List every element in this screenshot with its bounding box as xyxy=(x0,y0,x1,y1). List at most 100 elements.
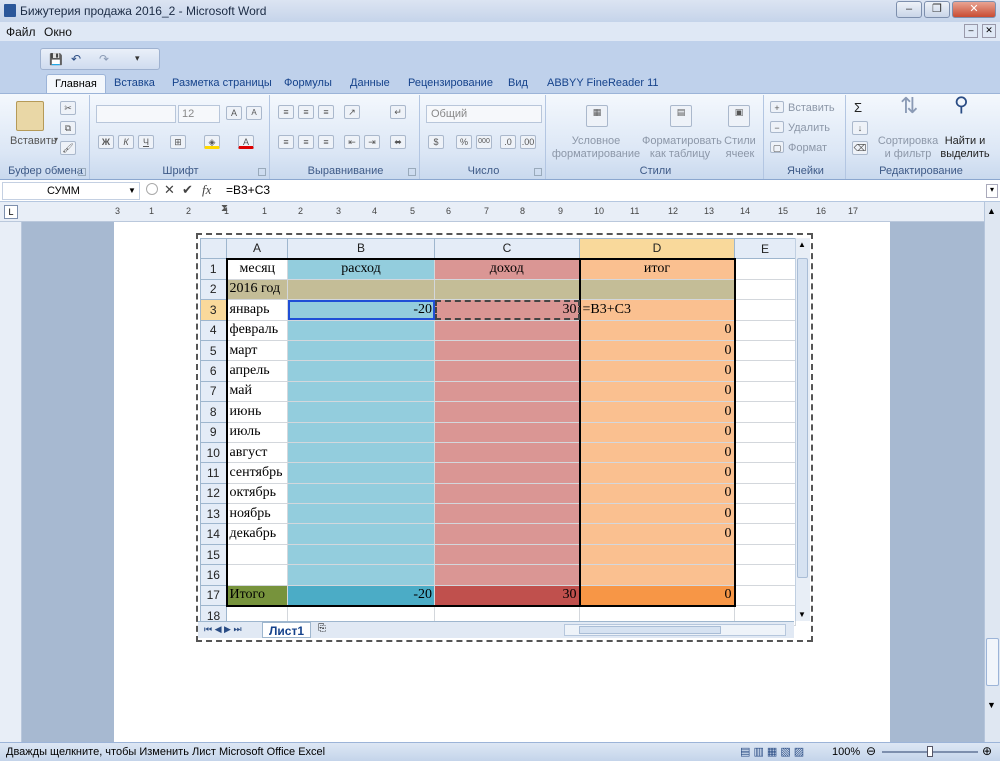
cell-d1[interactable]: итог xyxy=(578,257,736,280)
cell-b6[interactable] xyxy=(287,360,435,382)
cell-e9[interactable] xyxy=(734,421,796,443)
cell-a16[interactable] xyxy=(225,564,288,586)
conditional-formatting-icon[interactable]: ▦ xyxy=(586,105,608,127)
find-select-button[interactable]: Найти и выделить xyxy=(938,135,992,161)
cell-d10[interactable]: 0 xyxy=(578,441,736,464)
vertical-scrollbar[interactable]: ▲ ▼ xyxy=(984,202,1000,742)
format-cells-button[interactable]: Формат xyxy=(788,142,827,155)
cell-e4[interactable] xyxy=(734,319,796,341)
cell-c12[interactable] xyxy=(434,482,580,505)
row-header[interactable]: 15 xyxy=(200,543,227,566)
align-top-icon[interactable]: ≡ xyxy=(278,105,294,119)
formula-input[interactable]: =B3+C3 xyxy=(226,183,270,197)
row-header[interactable]: 5 xyxy=(200,339,227,362)
cell-d8[interactable]: 0 xyxy=(578,401,736,423)
column-header-e[interactable]: E xyxy=(734,237,796,260)
alignment-launcher-icon[interactable] xyxy=(408,168,416,176)
cancel-icon[interactable]: ✕ xyxy=(164,182,175,198)
cell-c16[interactable] xyxy=(434,564,580,586)
cell-e2[interactable] xyxy=(734,278,796,301)
expand-icon[interactable] xyxy=(146,183,158,195)
conditional-formatting-button[interactable]: Условное форматирование xyxy=(548,135,644,161)
cell-e14[interactable] xyxy=(734,523,796,545)
cell-b10[interactable] xyxy=(287,441,435,464)
cell-c1[interactable]: доход xyxy=(434,257,580,280)
currency-icon[interactable]: $ xyxy=(428,135,444,149)
row-header[interactable]: 9 xyxy=(200,421,227,443)
cell-b5[interactable] xyxy=(287,339,435,362)
cell-e15[interactable] xyxy=(734,543,796,566)
clear-icon[interactable]: ⌫ xyxy=(852,141,868,155)
insert-function-icon[interactable]: fx xyxy=(202,182,211,198)
delete-cells-button[interactable]: Удалить xyxy=(788,122,830,135)
sort-filter-icon[interactable]: ⇅ xyxy=(900,95,918,117)
cell-e16[interactable] xyxy=(734,564,796,586)
clipboard-launcher-icon[interactable] xyxy=(78,168,86,176)
format-as-table-icon[interactable]: ▤ xyxy=(670,105,692,127)
merge-center-icon[interactable]: ⬌ xyxy=(390,135,406,149)
cell-d4[interactable]: 0 xyxy=(578,319,736,341)
cell-c15[interactable] xyxy=(434,543,580,566)
cell-b2[interactable] xyxy=(287,278,435,301)
cell-e13[interactable] xyxy=(734,503,796,525)
tab-review[interactable]: Рецензирование xyxy=(408,74,493,94)
column-header-b[interactable]: B xyxy=(287,237,435,260)
fill-color-icon[interactable]: ◈ xyxy=(204,135,220,149)
row-header[interactable]: 3 xyxy=(200,299,227,321)
column-header-d[interactable]: D xyxy=(579,237,735,260)
indent-marker-icon[interactable]: ⧗ xyxy=(221,203,228,214)
row-header[interactable]: 17 xyxy=(200,584,227,607)
cell-c6[interactable] xyxy=(434,360,580,382)
cell-c14[interactable] xyxy=(434,523,580,545)
tab-formulas[interactable]: Формулы xyxy=(284,74,332,94)
spreadsheet-grid[interactable]: A B C D E 1 месяц расход доход итог 2 2016 год 3 янва… xyxy=(200,237,796,627)
italic-icon[interactable]: К xyxy=(118,135,134,149)
select-all-corner[interactable] xyxy=(200,237,227,260)
shrink-font-icon[interactable]: A xyxy=(246,106,262,120)
cell-b17[interactable]: -20 xyxy=(287,584,435,607)
restore-button[interactable]: ❐ xyxy=(924,1,950,18)
sort-filter-button[interactable]: Сортировка и фильтр xyxy=(874,135,942,161)
font-name-box[interactable] xyxy=(96,105,176,123)
save-icon[interactable]: 💾 xyxy=(49,53,63,66)
cell-c7[interactable] xyxy=(434,380,580,403)
menu-window[interactable]: Окно xyxy=(44,25,72,39)
sheet-tab[interactable]: Лист1 xyxy=(262,622,312,638)
cell-b4[interactable] xyxy=(287,319,435,341)
row-header[interactable]: 8 xyxy=(200,401,227,423)
cell-e12[interactable] xyxy=(734,482,796,505)
decrease-decimal-icon[interactable]: .00 xyxy=(520,135,536,149)
number-format-box[interactable]: Общий xyxy=(426,105,542,123)
workbook-close-icon[interactable]: ✕ xyxy=(982,24,996,38)
increase-indent-icon[interactable]: ⇥ xyxy=(364,135,380,149)
cell-e1[interactable] xyxy=(734,258,796,280)
cell-b11[interactable] xyxy=(287,462,435,484)
orientation-icon[interactable]: ↗ xyxy=(344,105,360,119)
cell-c8[interactable] xyxy=(434,401,580,423)
cell-a10[interactable]: август xyxy=(225,441,288,464)
tab-insert[interactable]: Вставка xyxy=(114,74,155,94)
cell-b3[interactable]: -20 xyxy=(287,299,435,321)
increase-decimal-icon[interactable]: .0 xyxy=(500,135,516,149)
autosum-icon[interactable]: Σ xyxy=(854,101,862,114)
cell-b8[interactable] xyxy=(287,401,435,423)
paste-icon[interactable] xyxy=(16,101,44,131)
cell-e5[interactable] xyxy=(734,339,796,362)
cell-e10[interactable] xyxy=(734,441,796,464)
cell-b9[interactable] xyxy=(287,421,435,443)
tab-home[interactable]: Главная xyxy=(46,74,106,94)
scroll-up-icon[interactable]: ▲ xyxy=(987,206,996,216)
cell-a11[interactable]: сентябрь xyxy=(225,462,288,484)
cell-d14[interactable]: 0 xyxy=(578,523,736,545)
cut-icon[interactable]: ✂ xyxy=(60,101,76,115)
cell-e6[interactable] xyxy=(734,360,796,382)
row-header[interactable]: 14 xyxy=(200,523,227,545)
cell-d3[interactable]: =B3+C3 xyxy=(578,299,736,321)
cell-d15[interactable] xyxy=(578,543,736,566)
tab-page-layout[interactable]: Разметка страницы xyxy=(172,74,272,94)
view-buttons-icon[interactable]: ▤ ▥ ▦ ▧ ▨ xyxy=(740,745,804,758)
redo-icon[interactable]: ↷ xyxy=(99,52,109,66)
format-painter-icon[interactable]: 🖌 xyxy=(60,141,76,155)
cell-e3[interactable] xyxy=(734,299,796,321)
cell-c4[interactable] xyxy=(434,319,580,341)
